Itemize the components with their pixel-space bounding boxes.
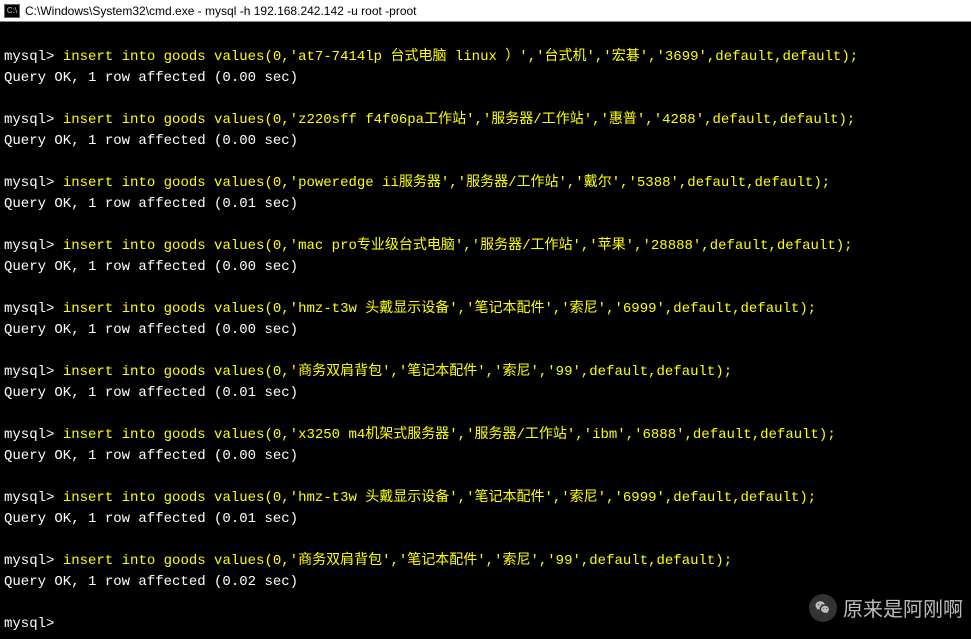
sql-command: insert into goods values(0,'x3250 m4机架式服… [63, 427, 836, 443]
command-line: mysql> insert into goods values(0,'at7-7… [4, 47, 967, 68]
query-result: Query OK, 1 row affected (0.01 sec) [4, 194, 967, 215]
mysql-prompt: mysql> [4, 301, 54, 317]
query-result: Query OK, 1 row affected (0.00 sec) [4, 320, 967, 341]
query-result: Query OK, 1 row affected (0.00 sec) [4, 68, 967, 89]
blank-line [4, 89, 967, 110]
command-line: mysql> insert into goods values(0,'商务双肩背… [4, 362, 967, 383]
watermark: 原来是阿刚啊 [809, 593, 963, 622]
blank-line [4, 215, 967, 236]
terminal-output[interactable]: mysql> insert into goods values(0,'at7-7… [0, 22, 971, 639]
window-title-bar: C:\ C:\Windows\System32\cmd.exe - mysql … [0, 0, 971, 22]
watermark-text: 原来是阿刚啊 [843, 593, 963, 622]
mysql-prompt: mysql> [4, 364, 54, 380]
blank-line [4, 278, 967, 299]
command-line: mysql> insert into goods values(0,'power… [4, 173, 967, 194]
sql-command: insert into goods values(0,'hmz-t3w 头戴显示… [63, 490, 816, 506]
sql-command: insert into goods values(0,'商务双肩背包','笔记本… [63, 364, 732, 380]
query-result: Query OK, 1 row affected (0.00 sec) [4, 446, 967, 467]
window-title-text: C:\Windows\System32\cmd.exe - mysql -h 1… [25, 4, 417, 18]
query-result: Query OK, 1 row affected (0.00 sec) [4, 131, 967, 152]
mysql-prompt: mysql> [4, 49, 54, 65]
query-result: Query OK, 1 row affected (0.01 sec) [4, 383, 967, 404]
sql-command: insert into goods values(0,'mac pro专业级台式… [63, 238, 853, 254]
command-line: mysql> insert into goods values(0,'x3250… [4, 425, 967, 446]
command-line: mysql> insert into goods values(0,'hmz-t… [4, 488, 967, 509]
mysql-prompt: mysql> [4, 112, 54, 128]
blank-line [4, 467, 967, 488]
command-line: mysql> insert into goods values(0,'hmz-t… [4, 299, 967, 320]
blank-line [4, 26, 967, 47]
blank-line [4, 152, 967, 173]
mysql-prompt: mysql> [4, 553, 54, 569]
mysql-prompt: mysql> [4, 238, 54, 254]
sql-command: insert into goods values(0,'poweredge ii… [63, 175, 830, 191]
blank-line [4, 404, 967, 425]
mysql-prompt: mysql> [4, 490, 54, 506]
sql-command: insert into goods values(0,'z220sff f4f0… [63, 112, 856, 128]
query-result: Query OK, 1 row affected (0.01 sec) [4, 509, 967, 530]
command-line: mysql> insert into goods values(0,'z220s… [4, 110, 967, 131]
sql-command: insert into goods values(0,'商务双肩背包','笔记本… [63, 553, 732, 569]
query-result: Query OK, 1 row affected (0.02 sec) [4, 572, 967, 593]
mysql-prompt: mysql> [4, 427, 54, 443]
mysql-prompt: mysql> [4, 175, 54, 191]
cmd-icon: C:\ [4, 4, 20, 18]
command-line: mysql> insert into goods values(0,'mac p… [4, 236, 967, 257]
query-result: Query OK, 1 row affected (0.00 sec) [4, 257, 967, 278]
blank-line [4, 341, 967, 362]
command-line: mysql> insert into goods values(0,'商务双肩背… [4, 551, 967, 572]
mysql-prompt: mysql> [4, 616, 54, 632]
blank-line [4, 530, 967, 551]
sql-command: insert into goods values(0,'at7-7414lp 台… [63, 49, 858, 65]
wechat-icon [809, 594, 837, 622]
sql-command: insert into goods values(0,'hmz-t3w 头戴显示… [63, 301, 816, 317]
